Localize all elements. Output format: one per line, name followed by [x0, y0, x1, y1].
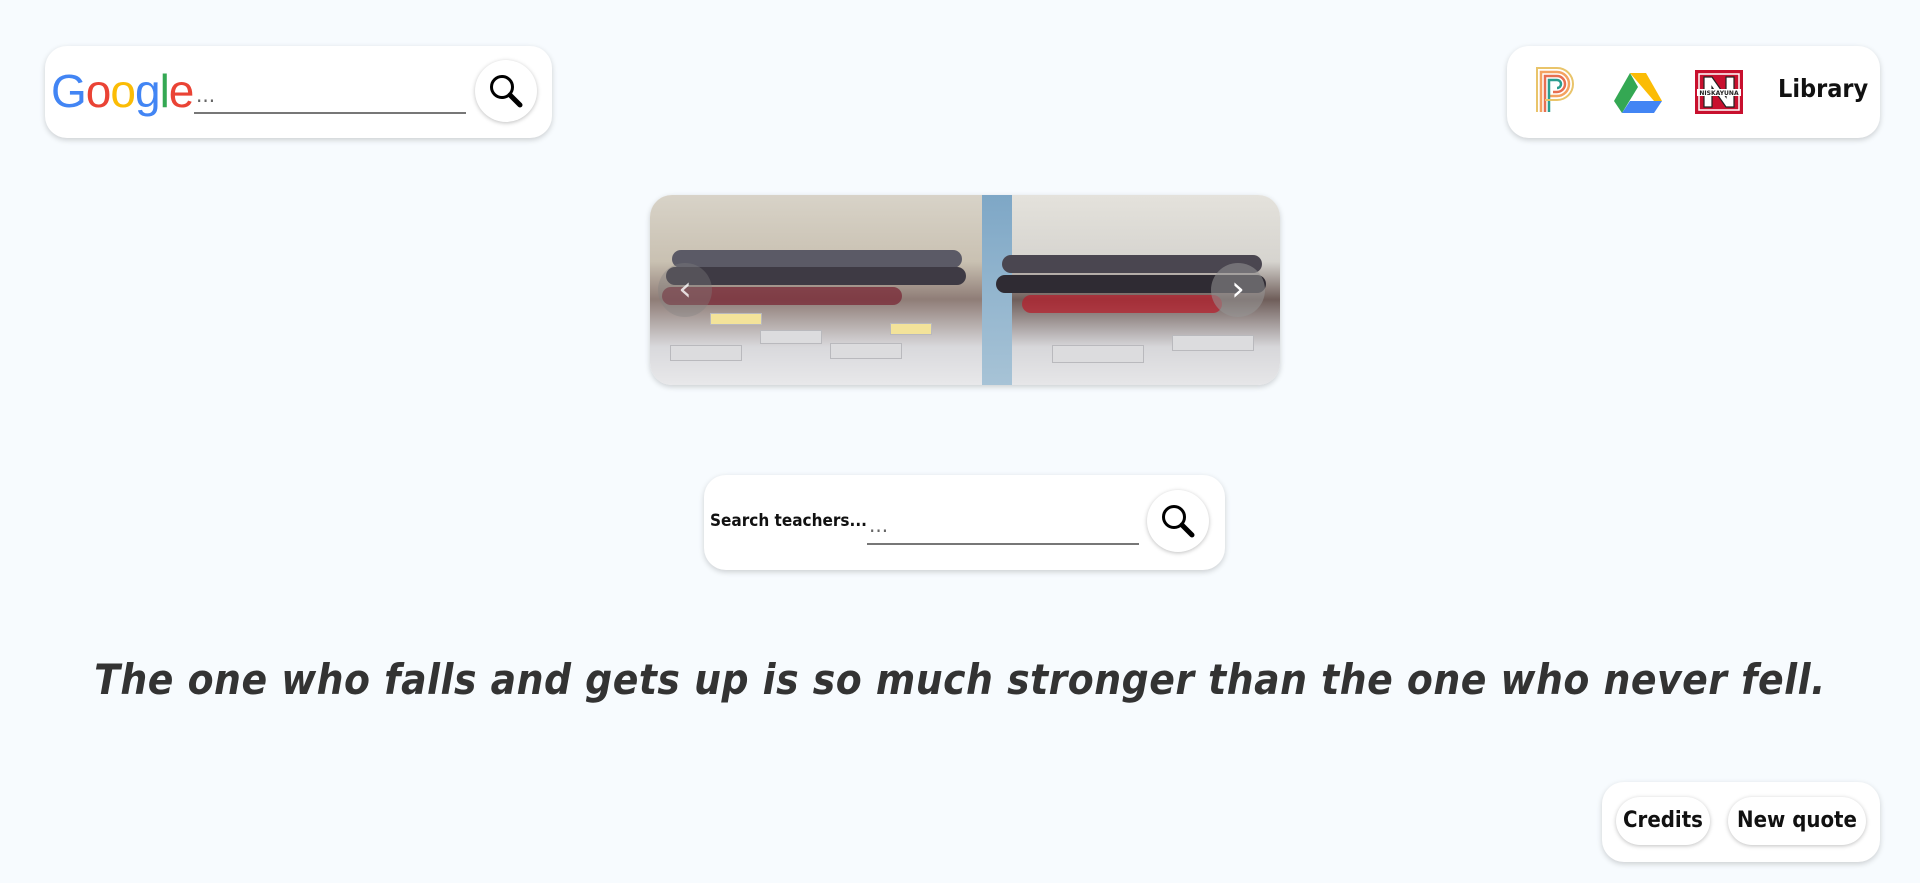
teacher-search-button[interactable]	[1147, 490, 1209, 552]
daily-quote: The one who falls and gets up is so much…	[94, 655, 1826, 704]
google-search-card: Google	[45, 46, 552, 138]
powerschool-icon	[1536, 67, 1574, 112]
teacher-search-input[interactable]	[867, 507, 1139, 545]
niskayuna-link[interactable]: NISKAYUNA	[1694, 67, 1744, 117]
library-link[interactable]: Library	[1778, 74, 1868, 103]
powerschool-link[interactable]	[1531, 67, 1581, 117]
search-icon	[490, 75, 523, 108]
teacher-search-label: Search teachers...	[710, 511, 867, 531]
carousel-prev-button[interactable]: ‹	[658, 263, 712, 317]
teacher-search-card: Search teachers...	[704, 475, 1225, 570]
google-search-input[interactable]	[194, 78, 466, 114]
google-drive-icon	[1614, 73, 1662, 113]
chevron-right-icon: ›	[1231, 269, 1245, 309]
google-search-button[interactable]	[475, 60, 537, 122]
carousel-next-button[interactable]: ›	[1211, 263, 1265, 317]
niskayuna-logo-icon: NISKAYUNA	[1695, 70, 1743, 114]
quote-actions-card: Credits New quote	[1602, 782, 1880, 862]
chevron-left-icon: ‹	[678, 269, 692, 309]
search-icon	[1162, 505, 1195, 538]
google-logo: Google	[51, 65, 194, 117]
credits-button[interactable]: Credits	[1616, 797, 1710, 845]
quick-links-card: NISKAYUNA Library	[1507, 46, 1880, 138]
svg-text:NISKAYUNA: NISKAYUNA	[1699, 90, 1739, 97]
google-drive-link[interactable]	[1613, 67, 1663, 117]
new-quote-button[interactable]: New quote	[1728, 797, 1866, 845]
photo-carousel: ‹ ›	[650, 195, 1280, 385]
